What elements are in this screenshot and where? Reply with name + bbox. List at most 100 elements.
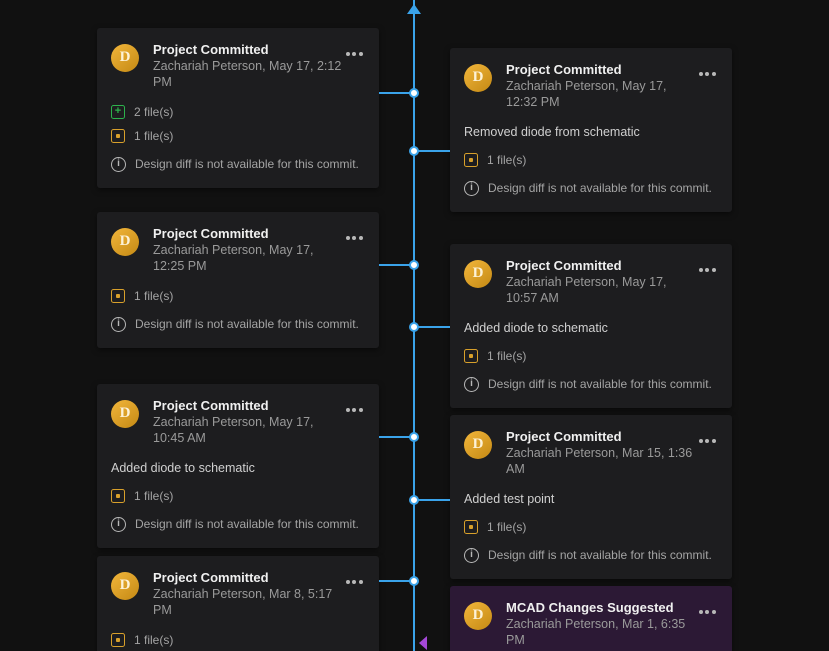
file-count-label: 1 file(s) — [487, 520, 526, 534]
commit-byline: Zachariah Peterson, May 17, 10:57 AM — [506, 275, 696, 306]
avatar — [464, 64, 492, 92]
timeline-connector — [379, 580, 413, 582]
commit-byline: Zachariah Peterson, Mar 15, 1:36 AM — [506, 446, 696, 477]
file-row[interactable]: 1 file(s) — [464, 153, 718, 167]
info-icon: i — [464, 548, 479, 563]
commit-title: Project Committed — [153, 570, 343, 586]
file-row[interactable]: 1 file(s) — [464, 349, 718, 363]
file-row[interactable]: 1 file(s) — [111, 633, 365, 647]
info-row: i Design diff is not available for this c… — [111, 157, 365, 172]
file-modified-icon — [111, 633, 125, 647]
timeline-connector — [379, 264, 413, 266]
more-options-button[interactable] — [696, 261, 718, 279]
commit-byline: Zachariah Peterson, May 17, 2:12 PM — [153, 59, 343, 90]
info-row: i Design diff is not available for this c… — [464, 181, 718, 196]
commit-title: Project Committed — [506, 62, 696, 78]
commit-title: Project Committed — [153, 226, 343, 242]
file-modified-icon — [111, 489, 125, 503]
info-text: Design diff is not available for this co… — [135, 317, 359, 331]
info-row: i Design diff is not available for this c… — [111, 517, 365, 532]
timeline-arrow-icon — [407, 4, 421, 14]
file-row[interactable]: 1 file(s) — [111, 489, 365, 503]
commit-message: Added diode to schematic — [111, 461, 365, 475]
mcad-card[interactable]: MCAD Changes SuggestedZachariah Peterson… — [450, 586, 732, 651]
info-icon: i — [111, 517, 126, 532]
more-options-button[interactable] — [696, 603, 718, 621]
commit-card[interactable]: Project CommittedZachariah Peterson, May… — [97, 212, 379, 348]
more-options-button[interactable] — [343, 401, 365, 419]
info-icon: i — [111, 317, 126, 332]
commit-title: Project Committed — [506, 429, 696, 445]
avatar — [111, 400, 139, 428]
avatar — [111, 228, 139, 256]
file-modified-icon — [464, 153, 478, 167]
commit-byline: Zachariah Peterson, May 17, 12:32 PM — [506, 79, 696, 110]
more-options-button[interactable] — [696, 432, 718, 450]
commit-card[interactable]: Project CommittedZachariah Peterson, Mar… — [450, 415, 732, 579]
file-added-icon: + — [111, 105, 125, 119]
timeline-node-icon — [409, 495, 419, 505]
commit-byline: Zachariah Peterson, Mar 1, 6:35 PM — [506, 617, 696, 648]
info-text: Design diff is not available for this co… — [488, 377, 712, 391]
commit-card[interactable]: Project CommittedZachariah Peterson, May… — [97, 28, 379, 188]
more-options-button[interactable] — [343, 45, 365, 63]
file-count-label: 1 file(s) — [134, 633, 173, 647]
timeline-connector — [379, 436, 413, 438]
commit-byline: Zachariah Peterson, May 17, 12:25 PM — [153, 243, 343, 274]
more-options-button[interactable] — [343, 573, 365, 591]
commit-card[interactable]: Project CommittedZachariah Peterson, May… — [97, 384, 379, 548]
file-count-label: 1 file(s) — [487, 153, 526, 167]
info-text: Design diff is not available for this co… — [135, 157, 359, 171]
info-row: i Design diff is not available for this c… — [464, 377, 718, 392]
file-modified-icon — [111, 129, 125, 143]
file-count-label: 1 file(s) — [134, 129, 173, 143]
mcad-marker-icon — [419, 636, 427, 650]
file-count-label: 1 file(s) — [134, 289, 173, 303]
commit-title: MCAD Changes Suggested — [506, 600, 696, 616]
timeline-node-icon — [409, 260, 419, 270]
file-row[interactable]: 1 file(s) — [111, 129, 365, 143]
avatar — [464, 431, 492, 459]
info-row: iDesign diff is not available for this c… — [464, 548, 718, 563]
file-modified-icon — [111, 289, 125, 303]
commit-message: Added test point — [464, 492, 718, 506]
commit-title: Project Committed — [153, 398, 343, 414]
file-modified-icon — [464, 520, 478, 534]
timeline-connector — [379, 92, 413, 94]
commit-byline: Zachariah Peterson, May 17, 10:45 AM — [153, 415, 343, 446]
timeline-connector — [415, 326, 450, 328]
info-text: Design diff is not available for this co… — [135, 517, 359, 531]
info-icon: i — [464, 377, 479, 392]
commit-card[interactable]: Project CommittedZachariah Peterson, Mar… — [97, 556, 379, 651]
avatar — [111, 572, 139, 600]
more-options-button[interactable] — [696, 65, 718, 83]
commit-message: Added diode to schematic — [464, 321, 718, 335]
file-row[interactable]: 1 file(s) — [464, 520, 718, 534]
file-row[interactable]: 1 file(s) — [111, 289, 365, 303]
commit-title: Project Committed — [506, 258, 696, 274]
file-modified-icon — [464, 349, 478, 363]
timeline-node-icon — [409, 432, 419, 442]
info-text: Design diff is not available for this co… — [488, 181, 712, 195]
timeline-node-icon — [409, 322, 419, 332]
timeline-node-icon — [409, 146, 419, 156]
commit-message: Removed diode from schematic — [464, 125, 718, 139]
file-row[interactable]: +2 file(s) — [111, 105, 365, 119]
timeline-node-icon — [409, 88, 419, 98]
file-count-label: 1 file(s) — [487, 349, 526, 363]
commit-title: Project Committed — [153, 42, 343, 58]
timeline-connector — [415, 150, 450, 152]
more-options-button[interactable] — [343, 229, 365, 247]
info-row: i Design diff is not available for this c… — [111, 317, 365, 332]
commit-byline: Zachariah Peterson, Mar 8, 5:17 PM — [153, 587, 343, 618]
commit-card[interactable]: Project CommittedZachariah Peterson, May… — [450, 48, 732, 212]
avatar — [464, 602, 492, 630]
avatar — [111, 44, 139, 72]
timeline-node-icon — [409, 576, 419, 586]
file-count-label: 1 file(s) — [134, 489, 173, 503]
commit-card[interactable]: Project CommittedZachariah Peterson, May… — [450, 244, 732, 408]
info-icon: i — [464, 181, 479, 196]
info-icon: i — [111, 157, 126, 172]
file-count-label: 2 file(s) — [134, 105, 173, 119]
timeline-connector — [415, 499, 450, 501]
